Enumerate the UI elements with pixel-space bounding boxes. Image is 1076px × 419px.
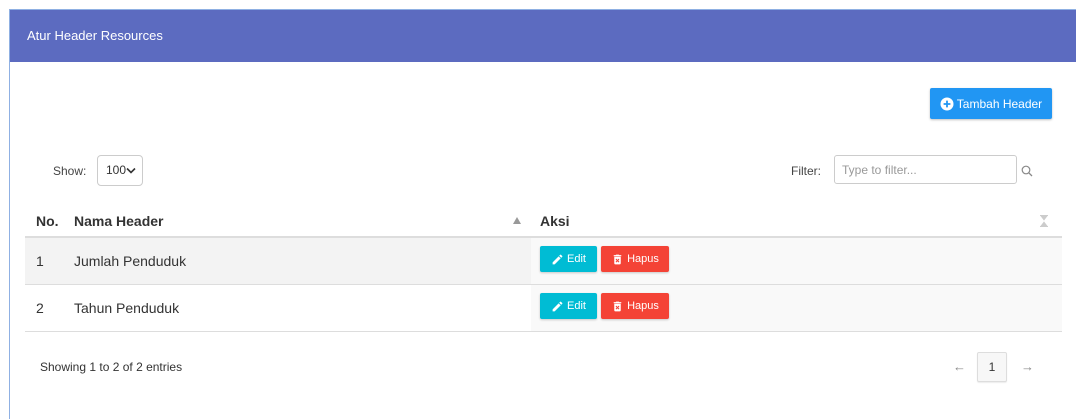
column-header-label: Nama Header <box>74 212 164 229</box>
pagination-next[interactable]: → <box>1021 359 1034 375</box>
table-info: Showing 1 to 2 of 2 entries <box>40 360 183 374</box>
page: Atur Header Resources Tambah Header Show… <box>0 0 1076 419</box>
pencil-icon <box>551 253 564 266</box>
cell-nama-header: Jumlah Penduduk <box>74 253 187 269</box>
card-title: Atur Header Resources <box>27 28 163 43</box>
filter-label: Filter: <box>791 164 821 178</box>
cell-aksi: Edit Hapus <box>531 238 1062 284</box>
edit-button[interactable]: Edit <box>540 246 597 272</box>
filter-input[interactable] <box>834 155 1017 184</box>
page-length-value: 100 <box>106 163 127 177</box>
cell-no: 2 <box>36 300 44 316</box>
delete-label: Hapus <box>627 253 659 265</box>
search-icon[interactable] <box>1021 165 1033 177</box>
sort-both-icon <box>1040 214 1048 227</box>
pencil-icon <box>551 300 564 313</box>
add-header-button[interactable]: Tambah Header <box>930 88 1052 119</box>
pagination-page-current[interactable]: 1 <box>977 352 1007 382</box>
sort-asc-icon <box>513 217 521 224</box>
table-header-row: No. Nama Header Aksi <box>25 205 1062 238</box>
delete-label: Hapus <box>627 300 659 312</box>
column-header-label: Aksi <box>540 212 570 229</box>
trash-icon <box>611 300 624 313</box>
cell-no: 1 <box>36 253 44 269</box>
edit-button[interactable]: Edit <box>540 293 597 319</box>
column-header-aksi[interactable]: Aksi <box>531 205 1062 236</box>
card-header: Atur Header Resources <box>10 10 1076 62</box>
plus-circle-icon <box>940 97 954 111</box>
chevron-down-icon <box>126 167 136 174</box>
table-row: 2 Tahun Penduduk Edit Hapus <box>25 285 1062 332</box>
column-header-no[interactable]: No. <box>25 205 64 236</box>
edit-label: Edit <box>567 253 586 265</box>
delete-button[interactable]: Hapus <box>601 246 669 272</box>
headers-table: No. Nama Header Aksi 1 Jumlah Penduduk E… <box>25 205 1062 332</box>
pagination-previous[interactable]: ← <box>953 359 966 375</box>
cell-aksi: Edit Hapus <box>531 285 1062 331</box>
edit-label: Edit <box>567 300 586 312</box>
column-header-label: No. <box>36 212 59 229</box>
cell-nama-header: Tahun Penduduk <box>74 300 180 316</box>
delete-button[interactable]: Hapus <box>601 293 669 319</box>
show-label: Show: <box>53 164 87 178</box>
trash-icon <box>611 253 624 266</box>
column-header-nama-header[interactable]: Nama Header <box>64 205 531 236</box>
add-header-label: Tambah Header <box>956 96 1043 111</box>
page-length-select[interactable]: 100 <box>97 155 143 186</box>
table-row: 1 Jumlah Penduduk Edit Hapus <box>25 238 1062 285</box>
